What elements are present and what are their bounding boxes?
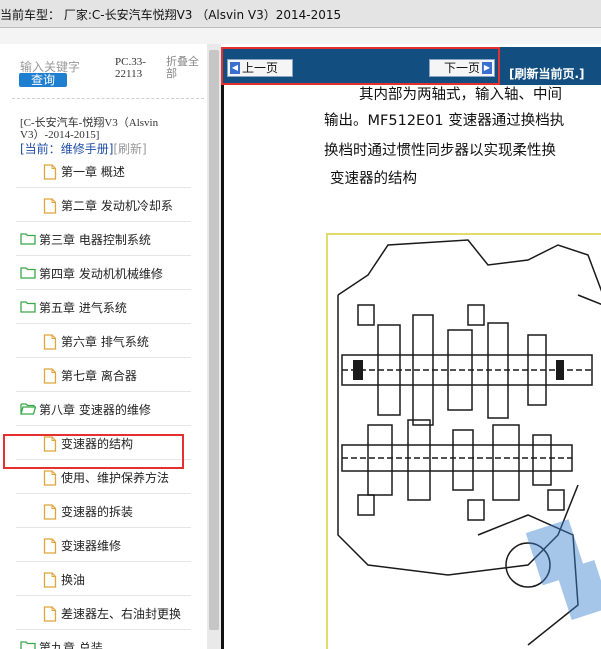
document-icon [43,572,59,588]
document-icon [43,606,59,622]
tree-item[interactable]: 第二章 发动机冷却系 [16,188,191,222]
document-viewer: ◀ 上一页 下一页 ▶ [刷新当前页.] 其内部为两轴式，输入轴、中间 输出。M… [221,44,601,649]
chapter-tree: 第一章 概述第二章 发动机冷却系第三章 电器控制系统 第四章 发动机机械维修 第五章… [16,154,191,649]
document-icon [43,470,59,486]
scrollbar-thumb[interactable] [209,50,219,630]
tree-item[interactable]: 第六章 排气系统 [16,324,191,358]
tree-item-label: 第九章 总装 [39,641,103,649]
doc-line: 换档时通过惯性同步器以实现柔性换 [324,143,556,159]
tree-item[interactable]: 变速器的拆装 [16,494,191,528]
tree-item[interactable]: 第四章 发动机机械维修 [16,256,191,290]
transmission-diagram [326,233,601,649]
nav-buttons-highlight [221,47,500,85]
title-bar: 当前车型： 厂家:C-长安汽车悦翔V3 （Alsvin V3）2014-2015 [0,0,601,28]
doc-line: 其内部为两轴式，输入轴、中间 [359,87,562,103]
toolbar-strip [0,28,601,44]
folder-icon [20,640,36,649]
tree-item-label: 使用、维护保养方法 [61,471,170,485]
folder-icon [20,232,36,245]
tree-item-label: 差速器左、右油封更换 [61,607,182,621]
manual-title: [C-长安汽车-悦翔V3（Alsvin V3）-2014-2015] [20,117,159,141]
search-button[interactable]: 查询 [19,73,67,87]
tree-item-label: 第二章 发动机冷却系 [61,199,173,213]
collapse-all-link[interactable]: 折叠全部 [166,56,204,80]
document-icon [43,368,59,384]
tree-item-label: 变速器维修 [61,539,122,553]
model-code: PC.33- 22113 [115,56,146,80]
transmission-drawing [337,239,601,646]
tree-item[interactable]: 第八章 变速器的维修 [16,392,191,426]
tree-item[interactable]: 换油 [16,562,191,596]
document-icon [43,504,59,520]
tree-item[interactable]: 差速器左、右油封更换 [16,596,191,630]
tree-item-label: 第三章 电器控制系统 [39,233,151,247]
tree-item[interactable]: 第一章 概述 [16,154,191,188]
folder-icon [20,266,36,279]
tree-item[interactable]: 第七章 离合器 [16,358,191,392]
sidebar-scrollbar[interactable] [207,44,221,649]
refresh-page-link[interactable]: [刷新当前页.] [509,65,585,82]
folder-icon [20,300,36,313]
sidebar: 输入关键字 查询 PC.33- 22113 折叠全部 [C-长安汽车-悦翔V3（… [0,44,207,649]
document-icon [43,334,59,350]
tree-item[interactable]: 变速器维修 [16,528,191,562]
tree-item[interactable]: 第五章 进气系统 [16,290,191,324]
tree-item-label: 第四章 发动机机械维修 [39,267,163,281]
tree-item-label: 第七章 离合器 [61,369,137,383]
document-icon [43,538,59,554]
document-page: 其内部为两轴式，输入轴、中间 输出。MF512E01 变速器通过换档执 换档时通… [221,85,601,649]
divider [12,98,204,99]
document-icon [43,164,59,180]
doc-heading: 变速器的结构 [330,171,417,187]
selected-item-highlight [3,434,184,469]
doc-line: 输出。MF512E01 变速器通过换档执 [324,113,565,129]
tree-item-label: 第一章 概述 [61,165,125,179]
tree-item-label: 变速器的拆装 [61,505,134,519]
tree-item-label: 第八章 变速器的维修 [39,403,151,417]
tree-item[interactable]: 第三章 电器控制系统 [16,222,191,256]
tree-item[interactable]: 第九章 总装 [16,630,191,649]
tree-item-label: 第五章 进气系统 [39,301,127,315]
tree-item-label: 换油 [61,573,86,587]
window-title: 当前车型： 厂家:C-长安汽车悦翔V3 （Alsvin V3）2014-2015 [0,8,342,22]
open-folder-icon [20,402,37,415]
tree-item-label: 第六章 排气系统 [61,335,149,349]
document-icon [43,198,59,214]
